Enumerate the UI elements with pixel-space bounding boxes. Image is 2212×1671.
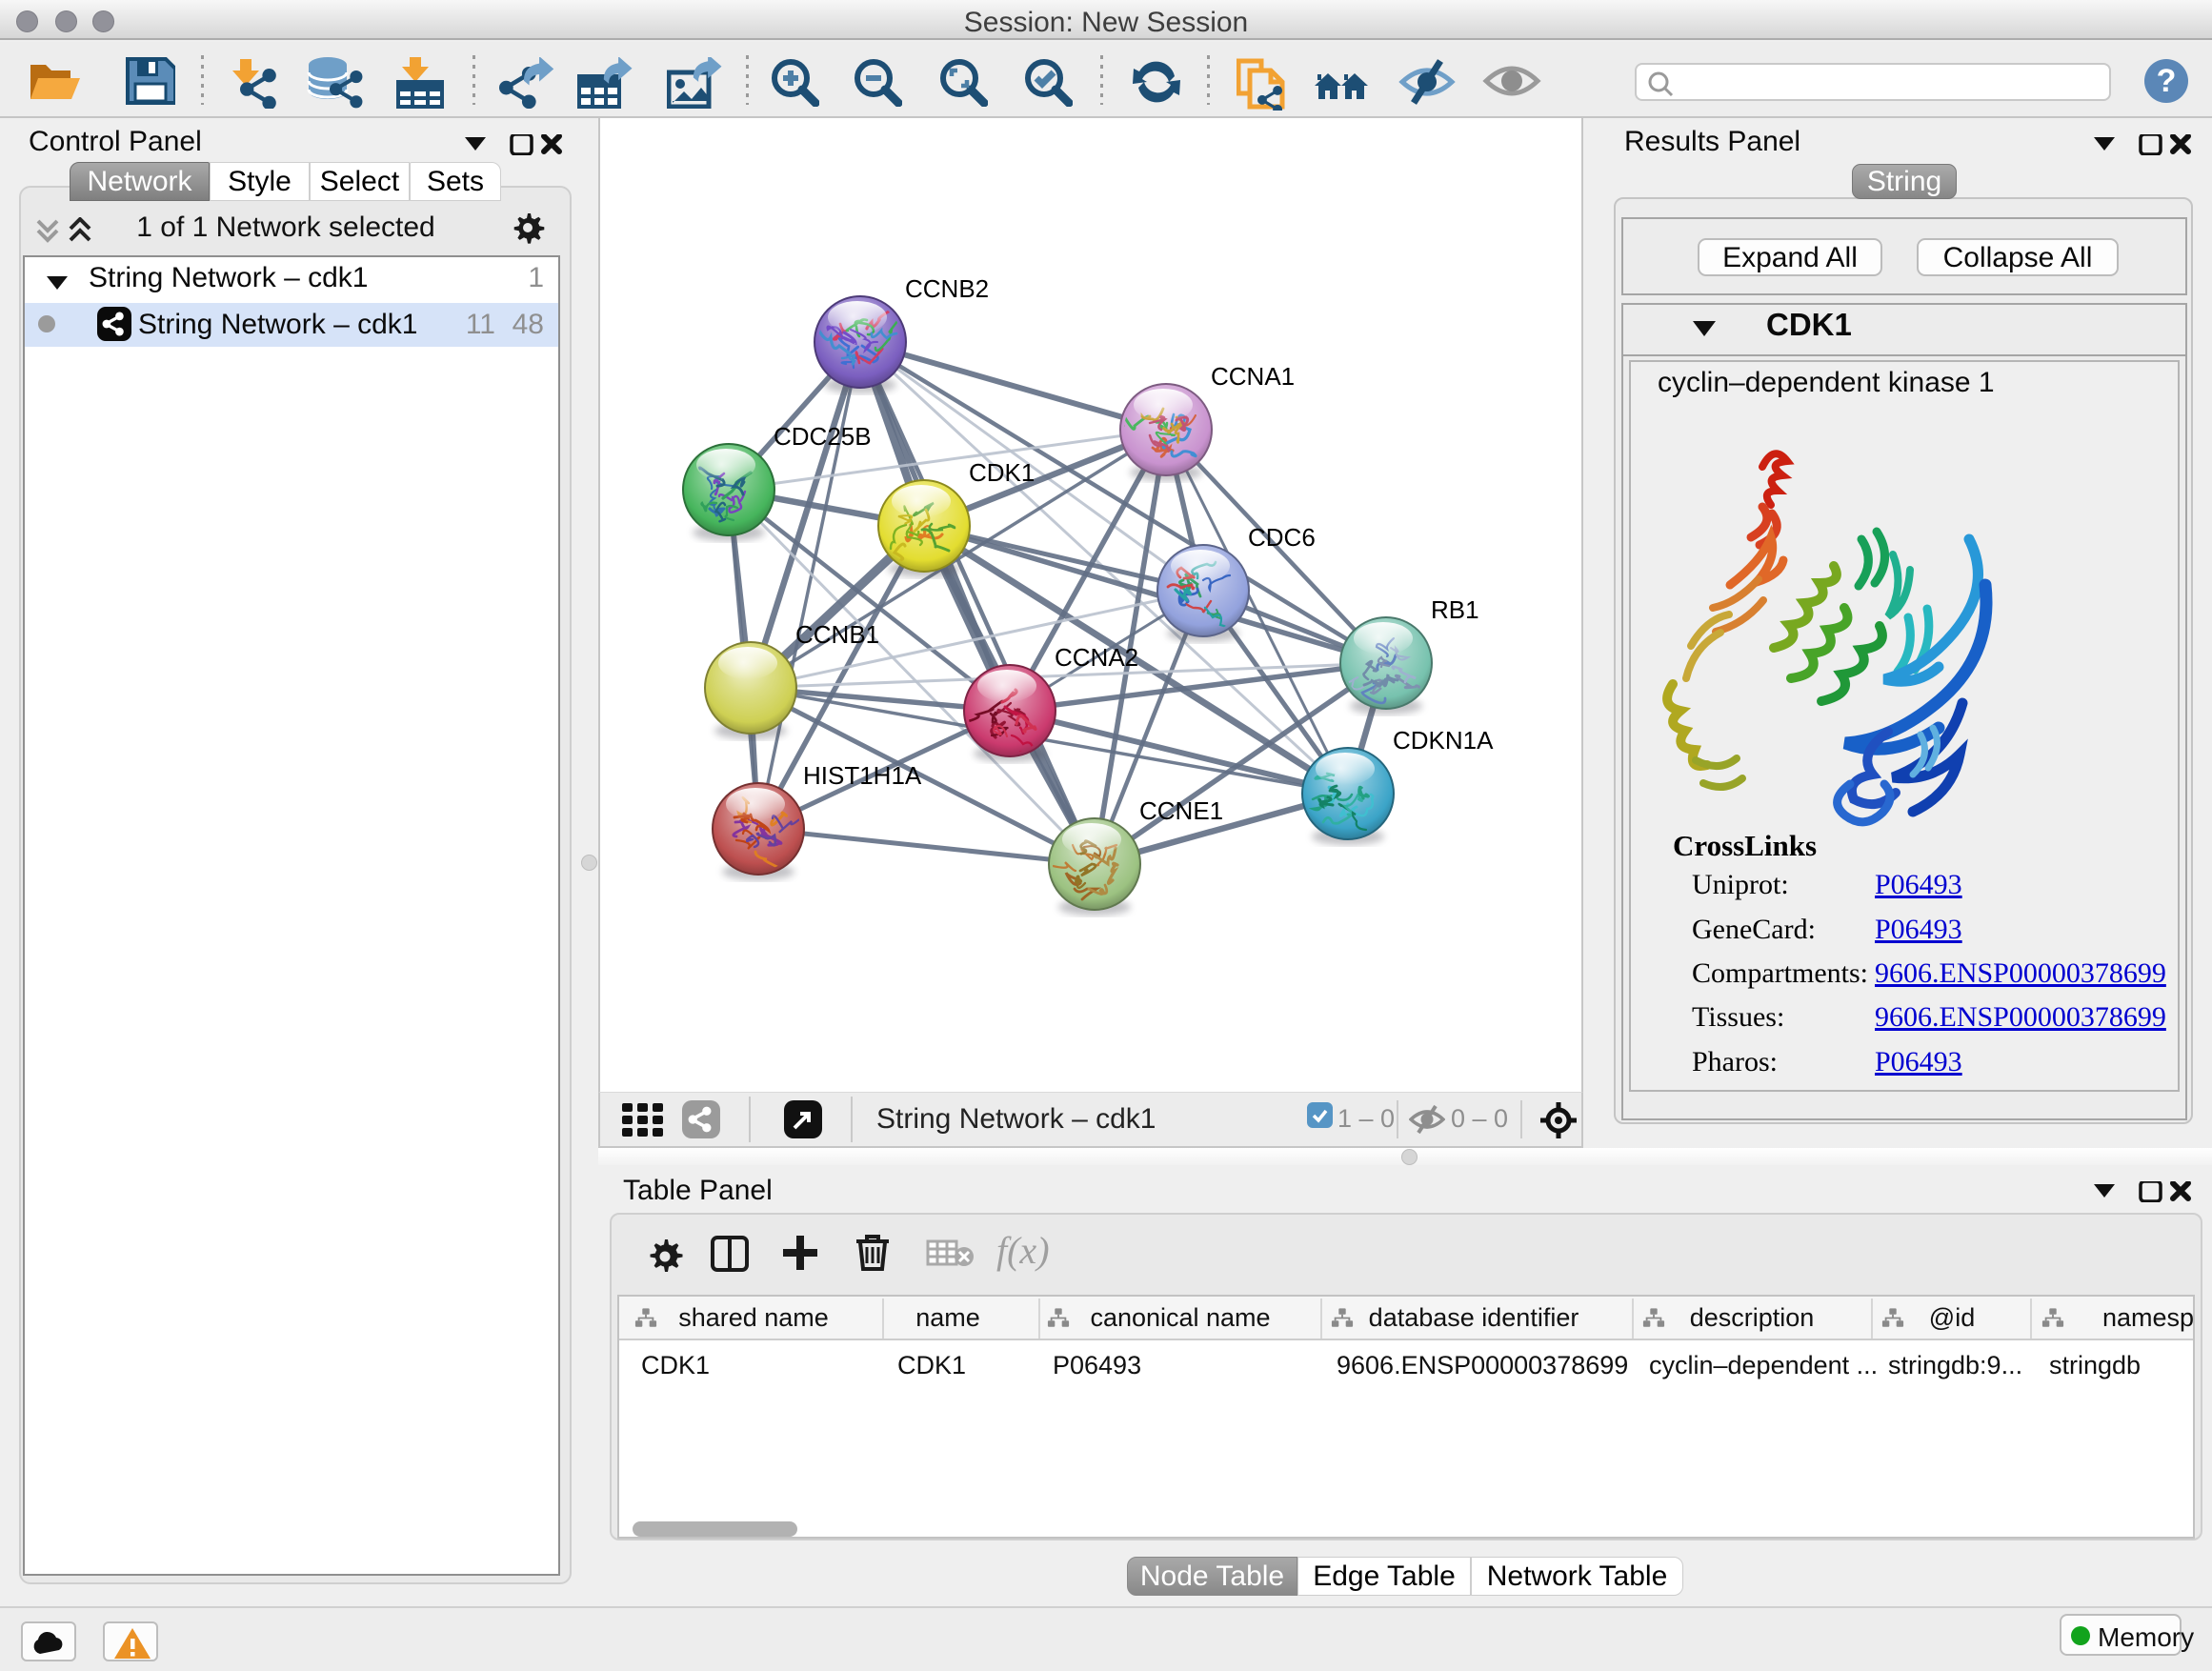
svg-text:CCNB2: CCNB2 (905, 274, 989, 303)
svg-text:CDC25B: CDC25B (774, 422, 872, 451)
svg-text:CDKN1A: CDKN1A (1393, 726, 1494, 755)
svg-text:CCNE1: CCNE1 (1139, 796, 1223, 825)
svg-text:CCNB1: CCNB1 (795, 620, 879, 649)
svg-text:CCNA2: CCNA2 (1055, 643, 1138, 672)
svg-text:CCNA1: CCNA1 (1211, 362, 1295, 391)
svg-text:CDK1: CDK1 (969, 458, 1035, 487)
svg-text:HIST1H1A: HIST1H1A (803, 761, 922, 790)
svg-text:CDC6: CDC6 (1248, 523, 1316, 552)
svg-text:RB1: RB1 (1431, 595, 1479, 624)
